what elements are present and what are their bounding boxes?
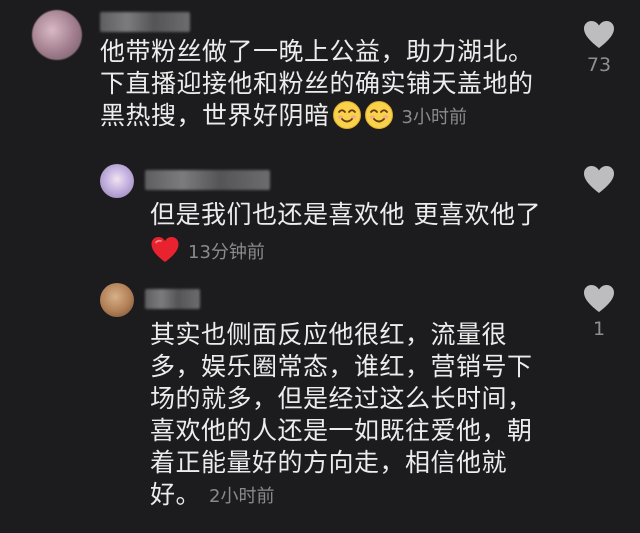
username-blurred[interactable] <box>145 170 270 190</box>
avatar[interactable] <box>32 10 82 60</box>
comment-line: 好。 2小时前 <box>150 479 550 513</box>
comment-text: 但是我们也还是喜欢他 更喜欢他了 13分钟前 <box>150 199 570 269</box>
comment-line-text: 黑热搜，世界好阴暗 <box>100 101 330 130</box>
heart-icon <box>584 285 614 312</box>
comment-line: 但是我们也还是喜欢他 更喜欢他了 <box>150 200 541 229</box>
smiling-face-emoji <box>332 101 361 129</box>
comment-line: 黑热搜，世界好阴暗 3小时前 <box>100 100 570 134</box>
comment-line: 喜欢他的人还是一如既往爱他，朝 <box>150 416 533 445</box>
avatar[interactable] <box>100 164 134 198</box>
like-button[interactable] <box>582 165 616 195</box>
comment-text: 其实也侧面反应他很红，流量很 多，娱乐圈常态，谁红，营销号下 场的就多，但是经过… <box>150 319 550 513</box>
heart-icon <box>584 166 614 193</box>
username-blurred[interactable] <box>145 289 200 309</box>
username-blurred[interactable] <box>100 12 190 32</box>
like-button[interactable]: 73 <box>582 20 616 76</box>
comment-timestamp: 13分钟前 <box>188 242 265 263</box>
comment-line: 多，娱乐圈常态，谁红，营销号下 <box>150 352 533 381</box>
red-heart-emoji <box>151 237 179 262</box>
comment-line-text: 好。 <box>150 480 202 509</box>
comment-timestamp: 2小时前 <box>209 486 275 507</box>
like-count: 1 <box>592 318 606 340</box>
comment-line: 其实也侧面反应他很红，流量很 <box>150 320 508 349</box>
like-count: 73 <box>586 54 612 76</box>
comment-line: 场的就多，但是经过这么长时间， <box>150 384 533 413</box>
avatar[interactable] <box>100 283 134 317</box>
like-button[interactable]: 1 <box>582 284 616 340</box>
smiling-face-emoji <box>364 101 393 129</box>
comment-item: 他带粉丝做了一晚上公益，助力湖北。 下直播迎接他和粉丝的确实铺天盖地的 黑热搜，… <box>0 0 640 150</box>
comment-line: 13分钟前 <box>150 235 570 269</box>
comment-line: 他带粉丝做了一晚上公益，助力湖北。 <box>100 37 534 66</box>
comment-line: 着正能量好的方向走，相信他就 <box>150 448 508 477</box>
heart-icon <box>584 21 614 48</box>
reply-item: 其实也侧面反应他很红，流量很 多，娱乐圈常态，谁红，营销号下 场的就多，但是经过… <box>0 278 640 533</box>
reply-item: 但是我们也还是喜欢他 更喜欢他了 13分钟前 <box>0 155 640 270</box>
comment-line: 下直播迎接他和粉丝的确实铺天盖地的 <box>100 69 534 98</box>
comment-timestamp: 3小时前 <box>401 107 467 128</box>
comment-text: 他带粉丝做了一晚上公益，助力湖北。 下直播迎接他和粉丝的确实铺天盖地的 黑热搜，… <box>100 36 570 134</box>
